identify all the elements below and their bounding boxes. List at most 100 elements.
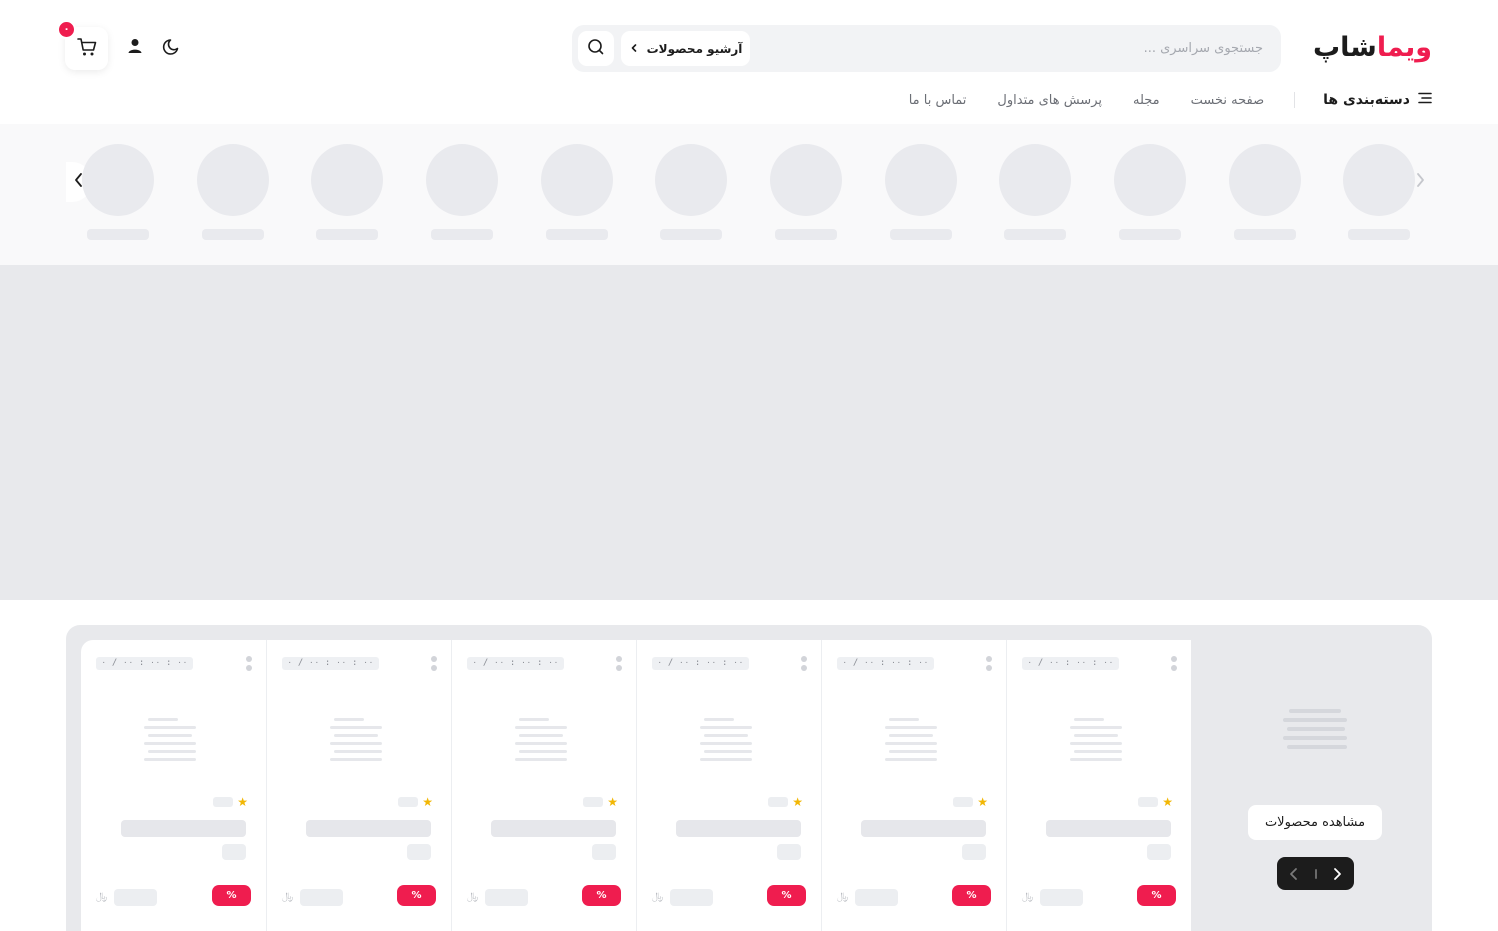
- story-placeholder[interactable]: [770, 144, 842, 240]
- category-stories-strip: [0, 124, 1498, 265]
- countdown-timer: ۰ / ۰۰ : ۰۰ : ۰۰: [652, 657, 749, 670]
- nav-link-contact[interactable]: تماس با ما: [909, 93, 967, 108]
- product-rating: ★: [213, 796, 248, 808]
- story-placeholder[interactable]: [999, 144, 1071, 240]
- price-placeholder: [485, 889, 528, 906]
- story-placeholder[interactable]: [311, 144, 383, 240]
- nav-link-faq[interactable]: پرسش های متداول: [997, 93, 1102, 108]
- discount-badge: %: [767, 885, 806, 906]
- product-image-placeholder: [885, 718, 937, 766]
- star-icon: ★: [977, 795, 988, 809]
- offer-cards-row: ۰ / ۰۰ : ۰۰ : ۰۰ ★ % ﷼ ۰ / ۰۰ : ۰۰ : ۰۰ …: [81, 640, 1191, 931]
- vertical-dots-icon[interactable]: [431, 656, 437, 674]
- story-placeholder[interactable]: [197, 144, 269, 240]
- product-title-placeholder: [676, 820, 801, 837]
- product-subtitle-placeholder: [1147, 844, 1171, 860]
- product-image-placeholder: [1070, 718, 1122, 766]
- countdown-timer: ۰ / ۰۰ : ۰۰ : ۰۰: [96, 657, 193, 670]
- star-icon: ★: [422, 795, 433, 809]
- product-image-placeholder: [515, 718, 567, 766]
- search-input[interactable]: [763, 25, 1263, 72]
- nav-link-magazine[interactable]: مجله: [1133, 93, 1160, 108]
- currency-symbol: ﷼: [467, 891, 479, 902]
- discount-badge: %: [212, 885, 251, 906]
- product-title-placeholder: [306, 820, 431, 837]
- story-placeholder[interactable]: [885, 144, 957, 240]
- offer-card[interactable]: ۰ / ۰۰ : ۰۰ : ۰۰ ★ % ﷼: [636, 640, 821, 931]
- story-placeholder[interactable]: [1343, 144, 1415, 240]
- currency-symbol: ﷼: [1022, 891, 1034, 902]
- theme-toggle-button[interactable]: [160, 36, 184, 60]
- vertical-dots-icon[interactable]: [986, 656, 992, 674]
- offer-card[interactable]: ۰ / ۰۰ : ۰۰ : ۰۰ ★ % ﷼: [1006, 640, 1191, 931]
- currency-symbol: ﷼: [652, 891, 664, 902]
- cart-icon: [76, 36, 98, 62]
- offers-prev-button[interactable]: [1285, 865, 1303, 883]
- archive-products-button[interactable]: آرشیو محصولات: [621, 31, 750, 66]
- countdown-timer: ۰ / ۰۰ : ۰۰ : ۰۰: [837, 657, 934, 670]
- product-rating: ★: [398, 796, 433, 808]
- offers-side-panel: مشاهده محصولات: [1191, 625, 1432, 931]
- special-offers-section: مشاهده محصولات ۰ / ۰۰ : ۰۰ : ۰۰ ★ % ﷼ ۰ …: [66, 625, 1432, 931]
- star-icon: ★: [237, 795, 248, 809]
- nav-divider: [1294, 92, 1296, 108]
- view-products-button[interactable]: مشاهده محصولات: [1248, 805, 1382, 840]
- product-title-placeholder: [121, 820, 246, 837]
- nav-link-home[interactable]: صفحه نخست: [1191, 93, 1264, 108]
- moon-icon: [162, 36, 182, 60]
- product-title-placeholder: [861, 820, 986, 837]
- product-image-placeholder: [700, 718, 752, 766]
- archive-products-label: آرشیو محصولات: [646, 41, 743, 56]
- star-icon: ★: [607, 795, 618, 809]
- stories-next-button[interactable]: [1408, 162, 1432, 202]
- currency-symbol: ﷼: [837, 891, 849, 902]
- product-rating: ★: [583, 796, 618, 808]
- price-placeholder: [1040, 889, 1083, 906]
- discount-badge: %: [1137, 885, 1176, 906]
- story-placeholder[interactable]: [1114, 144, 1186, 240]
- categories-label: دسته‌بندی ها: [1323, 92, 1410, 108]
- offers-pager: [1277, 857, 1354, 890]
- story-placeholder[interactable]: [426, 144, 498, 240]
- story-placeholder[interactable]: [82, 144, 154, 240]
- story-placeholder[interactable]: [1229, 144, 1301, 240]
- logo-text-vima: ویما: [1376, 32, 1432, 63]
- vertical-dots-icon[interactable]: [801, 656, 807, 674]
- product-subtitle-placeholder: [222, 844, 246, 860]
- categories-button[interactable]: دسته‌بندی ها: [1323, 92, 1432, 108]
- offer-card[interactable]: ۰ / ۰۰ : ۰۰ : ۰۰ ★ % ﷼: [81, 640, 266, 931]
- vertical-dots-icon[interactable]: [246, 656, 252, 674]
- vertical-dots-icon[interactable]: [1171, 656, 1177, 674]
- story-placeholder[interactable]: [541, 144, 613, 240]
- product-subtitle-placeholder: [777, 844, 801, 860]
- star-icon: ★: [1162, 795, 1173, 809]
- offers-next-button[interactable]: [1328, 865, 1346, 883]
- price-placeholder: [114, 889, 157, 906]
- price-placeholder: [670, 889, 713, 906]
- hero-banner-placeholder[interactable]: [0, 265, 1498, 600]
- vertical-dots-icon[interactable]: [616, 656, 622, 674]
- offers-title-placeholder: [1283, 709, 1347, 754]
- account-button[interactable]: [123, 36, 147, 60]
- offer-card[interactable]: ۰ / ۰۰ : ۰۰ : ۰۰ ★ % ﷼: [451, 640, 636, 931]
- search-button[interactable]: [578, 31, 614, 66]
- story-placeholder[interactable]: [655, 144, 727, 240]
- offer-card[interactable]: ۰ / ۰۰ : ۰۰ : ۰۰ ★ % ﷼: [266, 640, 451, 931]
- main-navigation: دسته‌بندی ها صفحه نخست مجله پرسش های متد…: [878, 86, 1432, 114]
- search-icon: [587, 38, 605, 60]
- logo-text-shop: شاپ: [1313, 32, 1377, 63]
- discount-badge: %: [397, 885, 436, 906]
- product-image-placeholder: [144, 718, 196, 766]
- product-title-placeholder: [1046, 820, 1171, 837]
- offer-card[interactable]: ۰ / ۰۰ : ۰۰ : ۰۰ ★ % ﷼: [821, 640, 1006, 931]
- product-subtitle-placeholder: [592, 844, 616, 860]
- price-placeholder: [300, 889, 343, 906]
- discount-badge: %: [582, 885, 621, 906]
- countdown-timer: ۰ / ۰۰ : ۰۰ : ۰۰: [282, 657, 379, 670]
- site-logo[interactable]: ویماشاپ: [1313, 28, 1432, 68]
- product-rating: ★: [953, 796, 988, 808]
- product-subtitle-placeholder: [407, 844, 431, 860]
- product-rating: ★: [1138, 796, 1173, 808]
- countdown-timer: ۰ / ۰۰ : ۰۰ : ۰۰: [1022, 657, 1119, 670]
- product-image-placeholder: [330, 718, 382, 766]
